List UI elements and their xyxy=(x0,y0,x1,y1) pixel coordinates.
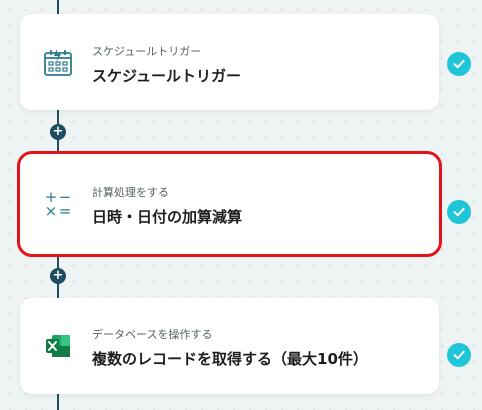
times-symbol: × xyxy=(44,202,58,220)
equals-symbol: = xyxy=(58,202,72,220)
step-2-complete-check-icon xyxy=(447,200,471,224)
step-title: 日時・日付の加算減算 xyxy=(92,208,243,226)
step-type-label: 計算処理をする xyxy=(92,186,169,199)
step-title: 複数のレコードを取得する（最大10件） xyxy=(92,350,368,368)
flow-connector-bottom xyxy=(57,394,59,410)
excel-icon xyxy=(42,330,74,362)
add-step-button-2[interactable]: + xyxy=(50,268,66,284)
step-card-database-operation[interactable]: データベースを操作する 複数のレコードを取得する（最大10件） xyxy=(20,298,439,394)
step-1-complete-check-icon xyxy=(447,52,471,76)
step-card-date-calculation[interactable]: + − × = 計算処理をする 日時・日付の加算減算 xyxy=(17,151,442,257)
step-type-label: データベースを操作する xyxy=(92,328,213,341)
step-type-label: スケジュールトリガー xyxy=(92,45,202,58)
step-3-complete-check-icon xyxy=(447,343,471,367)
step-card-schedule-trigger[interactable]: スケジュールトリガー スケジュールトリガー xyxy=(20,14,439,110)
flow-connector-top xyxy=(57,0,59,14)
add-step-button-1[interactable]: + xyxy=(50,124,66,140)
step-title: スケジュールトリガー xyxy=(92,67,241,85)
calculator-icon: + − × = xyxy=(42,188,74,220)
schedule-calendar-icon xyxy=(42,46,74,78)
